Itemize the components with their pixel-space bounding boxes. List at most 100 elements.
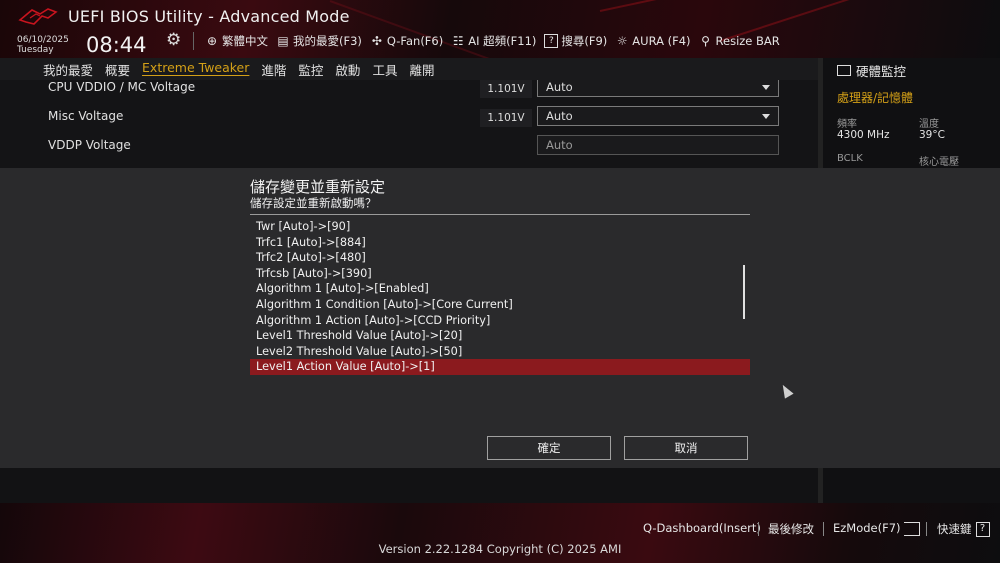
divider [193, 32, 194, 50]
date-display: 06/10/2025 Tuesday [17, 35, 69, 55]
list-item-selected[interactable]: Level1 Action Value [Auto]->[1] [250, 359, 750, 375]
favorites-icon: ▤ [277, 34, 289, 48]
fan-icon: ✣ [371, 34, 382, 48]
hotkeys-link[interactable]: 快速鍵? [937, 521, 990, 537]
tool-label: 搜尋(F9) [561, 34, 608, 48]
favorites-button[interactable]: ▤ 我的最愛(F3) [276, 33, 362, 49]
ezmode-link[interactable]: EzMode(F7) [833, 521, 920, 536]
resize-bar-icon: ⚲ [701, 34, 710, 48]
menu-item-favorites[interactable]: 我的最愛 [43, 60, 93, 79]
list-item[interactable]: Trfc1 [Auto]->[884] [250, 235, 750, 251]
hw-monitor-label: 硬體監控 [856, 64, 907, 79]
dialog-subtitle: 儲存設定並重新啟動嗎？ [250, 196, 377, 210]
setting-label: Misc Voltage [48, 109, 124, 123]
resize-bar-button[interactable]: ⚲ Resize BAR [699, 33, 780, 49]
clock[interactable]: 08:44 [86, 33, 147, 57]
setting-dropdown[interactable]: Auto [537, 80, 779, 97]
save-reset-dialog: 儲存變更並重新設定 儲存設定並重新啟動嗎？ Twr [Auto]->[90] T… [0, 168, 1000, 468]
globe-icon: ⊕ [206, 34, 218, 48]
setting-dropdown[interactable]: Auto [537, 106, 779, 126]
menu-item-tool[interactable]: 工具 [372, 60, 397, 79]
qdashboard-link[interactable]: Q-Dashboard(Insert) [643, 521, 761, 535]
tool-label: AI 超頻(F11) [468, 34, 537, 48]
list-item[interactable]: Level2 Threshold Value [Auto]->[50] [250, 344, 750, 360]
gear-icon[interactable]: ⚙ [166, 30, 181, 50]
settings-panel: CPU VDDIO / MC Voltage 1.101V Auto Misc … [0, 80, 818, 168]
search-help-icon: ? [544, 34, 559, 48]
help-icon: ? [975, 522, 990, 537]
toolbar: ⊕ 繁體中文 ▤ 我的最愛(F3) ✣ Q-Fan(F6) ☷ AI 超頻(F1… [205, 33, 788, 49]
search-button[interactable]: ? 搜尋(F9) [544, 33, 607, 49]
settings-description-area [0, 468, 818, 503]
vcore-label: 核心電壓 [919, 157, 959, 168]
menu-item-monitor[interactable]: 監控 [298, 60, 323, 79]
exit-arrow-icon [903, 521, 920, 536]
ok-button[interactable]: 確定 [487, 436, 611, 460]
menu-item-extreme-tweaker[interactable]: Extreme Tweaker [142, 60, 249, 79]
version-text: Version 2.22.1284 Copyright (C) 2025 AMI [378, 542, 622, 556]
list-item[interactable]: Trfcsb [Auto]->[390] [250, 266, 750, 282]
divider [823, 522, 824, 536]
main-menu: 我的最愛 概要 Extreme Tweaker 進階 監控 啟動 工具 離開 [43, 60, 446, 79]
list-item[interactable]: Algorithm 1 Condition [Auto]->[Core Curr… [250, 297, 750, 313]
rog-logo-icon [18, 8, 58, 25]
tool-label: Resize BAR [715, 34, 780, 48]
voltage-readout: 1.101V [480, 80, 532, 98]
tool-label: 繁體中文 [222, 34, 268, 48]
freq-value: 4300 MHz [837, 129, 890, 141]
setting-label: VDDP Voltage [48, 138, 131, 152]
setting-row[interactable]: Misc Voltage 1.101V Auto [0, 103, 818, 132]
ezmode-label: EzMode(F7) [833, 521, 901, 535]
list-item[interactable]: Level1 Threshold Value [Auto]->[20] [250, 328, 750, 344]
aura-icon: ☼ [616, 34, 628, 48]
bclk-label: BCLK [837, 153, 863, 164]
voltage-readout: 1.101V [480, 109, 532, 127]
changes-scrollbar[interactable] [743, 265, 745, 319]
header-decoration [329, 0, 519, 58]
footer-bar: Q-Dashboard(Insert) 最後修改 EzMode(F7) 快速鍵?… [0, 503, 1000, 563]
list-item[interactable]: Twr [Auto]->[90] [250, 219, 750, 235]
ai-overclock-icon: ☷ [452, 34, 464, 48]
setting-label: CPU VDDIO / MC Voltage [48, 80, 196, 94]
dropdown-value: Auto [546, 109, 573, 123]
freq-label: 頻率 [837, 119, 857, 130]
hotkeys-label: 快速鍵 [937, 522, 972, 536]
changes-list[interactable]: Twr [Auto]->[90] Trfc1 [Auto]->[884] Trf… [250, 219, 750, 375]
header-bar: UEFI BIOS Utility - Advanced Mode 06/10/… [0, 0, 1000, 58]
weekday-value: Tuesday [17, 45, 54, 55]
list-item[interactable]: Trfc2 [Auto]->[480] [250, 250, 750, 266]
list-item[interactable]: Algorithm 1 [Auto]->[Enabled] [250, 281, 750, 297]
tool-label: AURA (F4) [632, 34, 691, 48]
dropdown-value: Auto [546, 80, 573, 94]
setting-input[interactable]: Auto [537, 135, 779, 155]
temp-value: 39°C [919, 129, 945, 141]
dialog-title: 儲存變更並重新設定 [250, 178, 386, 196]
chevron-down-icon [762, 114, 770, 119]
dialog-divider [250, 214, 750, 215]
menu-item-exit[interactable]: 離開 [409, 60, 434, 79]
divider [758, 522, 759, 536]
last-modified-link[interactable]: 最後修改 [768, 521, 814, 537]
menu-item-advanced[interactable]: 進階 [261, 60, 286, 79]
temp-label: 溫度 [919, 119, 939, 130]
setting-row[interactable]: CPU VDDIO / MC Voltage 1.101V Auto [0, 80, 818, 103]
monitor-icon [837, 65, 851, 76]
app-title: UEFI BIOS Utility - Advanced Mode [68, 7, 350, 26]
qfan-button[interactable]: ✣ Q-Fan(F6) [370, 33, 443, 49]
list-item[interactable]: Algorithm 1 Action [Auto]->[CCD Priority… [250, 313, 750, 329]
input-value: Auto [546, 138, 573, 152]
date-value: 06/10/2025 [17, 35, 69, 45]
chevron-down-icon [762, 85, 770, 90]
menu-item-boot[interactable]: 啟動 [335, 60, 360, 79]
tool-label: Q-Fan(F6) [386, 34, 444, 48]
language-button[interactable]: ⊕ 繁體中文 [205, 33, 268, 49]
cancel-button[interactable]: 取消 [624, 436, 748, 460]
tool-label: 我的最愛(F3) [293, 34, 362, 48]
cpu-memory-section: 處理器/記憶體 [837, 91, 914, 105]
divider [926, 522, 927, 536]
aura-button[interactable]: ☼ AURA (F4) [615, 33, 691, 49]
hw-monitor-title: 硬體監控 [837, 61, 906, 80]
setting-row[interactable]: VDDP Voltage Auto [0, 132, 818, 161]
menu-item-main[interactable]: 概要 [105, 60, 130, 79]
ai-overclock-button[interactable]: ☷ AI 超頻(F11) [451, 33, 537, 49]
